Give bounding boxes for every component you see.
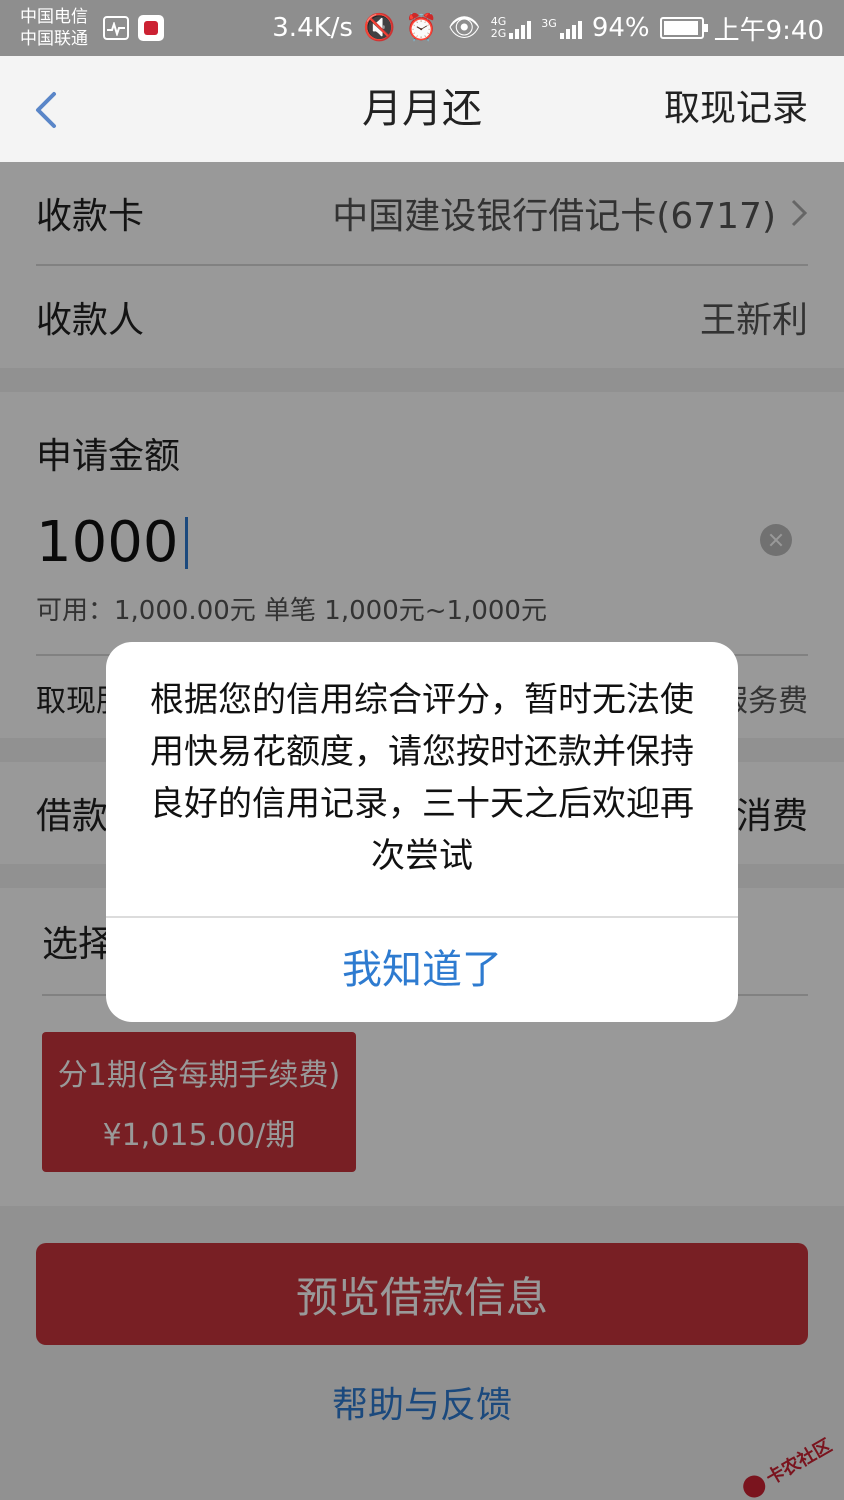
- alert-dialog: 根据您的信用综合评分，暂时无法使用快易花额度，请您按时还款并保持良好的信用记录，…: [106, 642, 738, 1022]
- battery-percent: 94%: [591, 13, 650, 43]
- withdraw-records-link[interactable]: 取现记录: [664, 56, 808, 162]
- network-type-2: 2G: [490, 27, 507, 40]
- dialog-message: 根据您的信用综合评分，暂时无法使用快易花额度，请您按时还款并保持良好的信用记录，…: [150, 680, 694, 876]
- status-bar: 中国电信 中国联通 3.4K/s 🔇 ⏰ 👁 4G 2G 3G 94% 上午9:…: [0, 0, 844, 56]
- app-notification-icon: [138, 15, 164, 41]
- activity-monitor-icon: [103, 16, 129, 40]
- carrier-info: 中国电信 中国联通: [20, 6, 88, 50]
- mute-icon: 🔇: [362, 13, 396, 43]
- battery-icon: [659, 17, 708, 39]
- alarm-icon: ⏰: [405, 13, 438, 43]
- signal-bars-icon: [509, 17, 532, 39]
- carrier-1: 中国电信: [20, 7, 88, 27]
- carrier-2: 中国联通: [20, 29, 88, 49]
- eye-comfort-icon: 👁: [447, 13, 481, 43]
- back-arrow-icon[interactable]: [30, 90, 60, 130]
- status-indicators: 3.4K/s 🔇 ⏰ 👁 4G 2G 3G 94% 上午9:40: [272, 0, 824, 56]
- network-type-3: 3G: [541, 17, 557, 30]
- nav-bar: 月月还 取现记录: [0, 56, 844, 162]
- signal-sim2: 3G: [541, 17, 582, 39]
- network-speed: 3.4K/s: [272, 13, 353, 43]
- clock: 上午9:40: [713, 15, 824, 46]
- acknowledge-button[interactable]: 我知道了: [106, 918, 738, 1022]
- signal-bars-icon: [559, 17, 582, 39]
- signal-sim1: 4G 2G: [491, 16, 532, 40]
